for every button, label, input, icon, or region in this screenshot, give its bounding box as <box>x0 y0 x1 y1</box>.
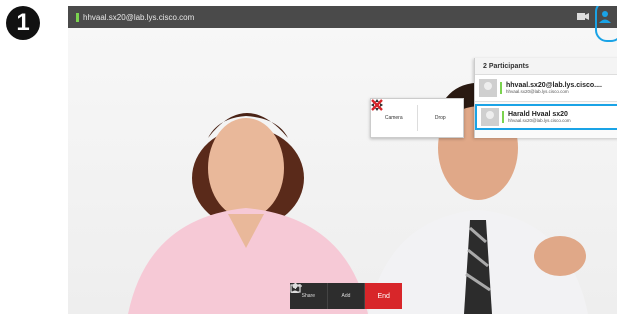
highlight-ring <box>595 6 617 42</box>
avatar <box>479 79 497 97</box>
connection-status-indicator <box>76 12 79 22</box>
participant-row[interactable]: hhvaal.sx20@lab.lys.cisco.... hhvaal.sx2… <box>475 75 617 102</box>
participants-panel: 2 Participants hhvaal.sx20@lab.lys.cisco… <box>474 58 617 138</box>
status-indicator <box>500 82 502 94</box>
red-x-icon <box>371 99 383 111</box>
video-call-screen: Camera Drop Share Add End 2 Participants… <box>68 6 617 314</box>
step-number-badge: 1 <box>6 6 40 40</box>
call-control-bar: Share Add End <box>290 283 403 309</box>
drop-participant-button[interactable]: Drop <box>371 99 464 137</box>
participants-header: 2 Participants <box>475 58 617 75</box>
add-participant-button[interactable]: Add <box>291 283 365 309</box>
participant-row-selected[interactable]: Harald Hvaal sx20 hhvaal.sx20@lab.lys.ci… <box>475 104 617 130</box>
share-label: Share <box>301 293 315 299</box>
camera-icon[interactable] <box>577 12 589 21</box>
participant-uri: hhvaal.sx20@lab.lys.cisco.com <box>506 89 569 94</box>
end-call-button[interactable]: End <box>364 283 403 309</box>
video-feed: Camera Drop Share Add End 2 Participants… <box>68 28 617 314</box>
avatar <box>481 108 499 126</box>
add-label: Add <box>341 293 351 299</box>
participant-name: hhvaal.sx20@lab.lys.cisco.... <box>506 82 602 89</box>
status-indicator <box>502 111 504 123</box>
participant-context-menu: Camera Drop <box>370 98 464 138</box>
end-label: End <box>377 292 390 300</box>
top-status-bar: hhvaal.sx20@lab.lys.cisco.com <box>68 6 617 42</box>
add-person-icon <box>291 283 302 293</box>
call-address: hhvaal.sx20@lab.lys.cisco.com <box>83 12 195 22</box>
drop-label: Drop <box>434 115 446 121</box>
camera-label: Camera <box>384 115 403 121</box>
participant-uri: hhvaal.sx20@lab.lys.cisco.com <box>508 118 571 123</box>
participant-name: Harald Hvaal sx20 <box>508 111 568 118</box>
